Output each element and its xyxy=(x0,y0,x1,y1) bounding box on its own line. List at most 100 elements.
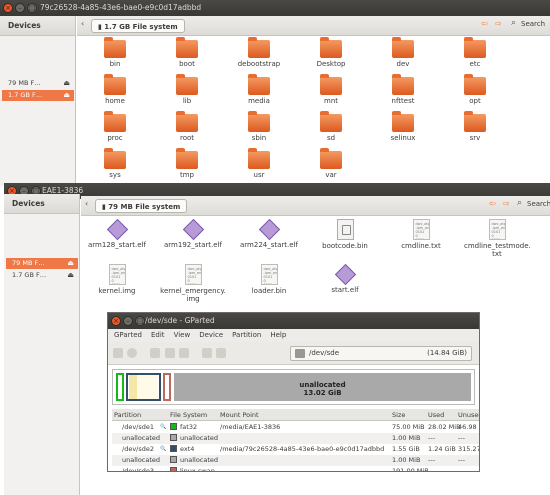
partition-map-sde2[interactable] xyxy=(126,373,161,401)
back-arrow-icon[interactable]: ⇦ xyxy=(481,19,488,28)
close-button[interactable]: × xyxy=(111,316,121,326)
folder-item[interactable]: dev xyxy=(370,37,436,68)
table-row[interactable]: unallocated unallocated 1.00 MiB --- --- xyxy=(112,455,479,466)
folder-item[interactable]: mnt xyxy=(298,74,364,105)
device-path: /dev/sde xyxy=(309,349,340,357)
file-item[interactable]: arm224_start.elf xyxy=(236,219,302,249)
folder-item[interactable]: sys xyxy=(82,148,148,179)
folder-item[interactable]: etc xyxy=(442,37,508,68)
eject-icon[interactable]: ⏏ xyxy=(67,258,74,269)
minimize-button[interactable]: – xyxy=(123,316,133,326)
folder-item[interactable]: nfttest xyxy=(370,74,436,105)
file-item[interactable]: arm128_start.elf xyxy=(84,219,150,249)
folder-item[interactable]: sd xyxy=(298,111,364,142)
column-header-unused[interactable]: Unused xyxy=(458,409,479,421)
search-icon[interactable]: ⌕ xyxy=(517,198,522,208)
undo-icon[interactable] xyxy=(202,348,212,358)
table-row[interactable]: /dev/sde3 linux-swap 191.00 MiB --- --- xyxy=(112,466,479,471)
menu-view[interactable]: View xyxy=(174,329,191,342)
size-cell: 1.00 MiB xyxy=(392,434,421,442)
unused-cell: 315.27 MiB xyxy=(458,445,480,453)
table-row[interactable]: /dev/sde2 ext4/media/79c26528-4a85-43e6-b… xyxy=(112,444,479,455)
file-item[interactable]: dwc_otg .lpm_ena 0101 0 0011 ... cmdline_… xyxy=(464,219,531,258)
forward-arrow-icon[interactable]: ⇨ xyxy=(503,199,510,208)
file-item[interactable]: bootcode.bin xyxy=(312,219,378,250)
device-size: (14.84 GiB) xyxy=(427,349,467,357)
folder-item[interactable]: bin xyxy=(82,37,148,68)
file-item[interactable]: dwc_otg .lpm_ena 0101 0 0011 ... loader.b… xyxy=(236,264,302,295)
folder-item[interactable]: lib xyxy=(154,74,220,105)
folder-item[interactable]: proc xyxy=(82,111,148,142)
folder-item[interactable]: usr xyxy=(226,148,292,179)
menu-help[interactable]: Help xyxy=(270,329,286,342)
apply-icon[interactable] xyxy=(216,348,226,358)
file-item[interactable]: dwc_otg .lpm_ena 0101 0 0011 ... kernel_e… xyxy=(160,264,226,303)
folder-item[interactable]: home xyxy=(82,74,148,105)
size-cell: 1.00 MiB xyxy=(392,456,421,464)
column-header-used[interactable]: Used xyxy=(428,409,444,421)
window-titlebar[interactable]: × – □ /dev/sde - GParted xyxy=(108,313,479,329)
folder-item[interactable]: opt xyxy=(442,74,508,105)
folder-item[interactable]: Desktop xyxy=(298,37,364,68)
folder-label: tmp xyxy=(179,171,194,179)
device-selector[interactable]: /dev/sde (14.84 GiB) xyxy=(290,346,472,361)
table-row[interactable]: /dev/sde1 fat32/media/EAE1-3836 75.00 MiB 2… xyxy=(112,422,479,433)
window-titlebar[interactable]: × – □ 79c26528-4a85-43e6-bae0-e9c0d17adb… xyxy=(0,0,550,16)
eject-icon[interactable]: ⏏ xyxy=(63,90,70,101)
eject-icon[interactable]: ⏏ xyxy=(67,270,74,281)
location-button[interactable]: ▮ 79 MB File system xyxy=(95,199,188,213)
folder-label: root xyxy=(179,134,195,142)
column-header-size[interactable]: Size xyxy=(392,409,405,421)
eject-icon[interactable]: ⏏ xyxy=(63,78,70,89)
path-left-icon[interactable]: ‹ xyxy=(81,19,84,28)
sidebar-item-79mb[interactable]: 79 MB F… ⏏ xyxy=(2,78,74,89)
menu-device[interactable]: Device xyxy=(199,329,223,342)
folder-item[interactable]: boot xyxy=(154,37,220,68)
back-arrow-icon[interactable]: ⇦ xyxy=(489,199,496,208)
search-icon[interactable]: ⌕ xyxy=(511,18,516,28)
forward-arrow-icon[interactable]: ⇨ xyxy=(495,19,502,28)
sidebar-item-79mb[interactable]: 79 MB F… ⏏ xyxy=(6,258,78,269)
folder-item[interactable]: sbin xyxy=(226,111,292,142)
file-item[interactable]: dwc_otg .lpm_ena 0101 0 0011 ... cmdline.… xyxy=(388,219,454,250)
search-label[interactable]: Search xyxy=(527,200,550,208)
new-partition-icon[interactable] xyxy=(113,348,123,358)
close-button[interactable]: × xyxy=(3,3,13,13)
file-item[interactable]: dwc_otg .lpm_ena 0101 0 0011 ... kernel.i… xyxy=(84,264,150,295)
folder-item[interactable]: var xyxy=(298,148,364,179)
file-item[interactable]: arm192_start.elf xyxy=(160,219,226,249)
location-button[interactable]: ▮ 1.7 GB File system xyxy=(91,19,185,33)
column-header-mountpoint[interactable]: Mount Point xyxy=(220,409,259,421)
column-header-filesystem[interactable]: File System xyxy=(170,409,207,421)
paste-icon[interactable] xyxy=(179,348,189,358)
sidebar-item-1-7gb[interactable]: 1.7 GB F… ⏏ xyxy=(2,90,74,101)
file-grid: arm128_start.elf arm192_start.elf arm224_s… xyxy=(84,219,550,305)
copy-icon[interactable] xyxy=(165,348,175,358)
file-label: start.elf xyxy=(331,286,359,294)
menu-gparted[interactable]: GParted xyxy=(114,329,142,342)
folder-item[interactable]: media xyxy=(226,74,292,105)
folder-item[interactable]: tmp xyxy=(154,148,220,179)
menu-edit[interactable]: Edit xyxy=(151,329,165,342)
column-header-partition[interactable]: Partition xyxy=(114,409,141,421)
search-label[interactable]: Search xyxy=(521,20,545,28)
folder-label: opt xyxy=(469,97,481,105)
folder-item[interactable]: srv xyxy=(442,111,508,142)
minimize-button[interactable]: – xyxy=(15,3,25,13)
partition-map-sde3[interactable] xyxy=(163,373,171,401)
menu-partition[interactable]: Partition xyxy=(232,329,261,342)
folder-item[interactable]: root xyxy=(154,111,220,142)
folder-item[interactable]: selinux xyxy=(370,111,436,142)
sidebar: Devices 79 MB F… ⏏ 1.7 GB F… ⏏ xyxy=(0,16,76,186)
file-item[interactable]: start.elf xyxy=(312,264,378,294)
table-row[interactable]: unallocated unallocated 1.00 MiB --- --- xyxy=(112,433,479,444)
partition-map-unallocated[interactable]: unallocated 13.02 GiB xyxy=(174,373,471,401)
maximize-button[interactable]: □ xyxy=(27,3,37,13)
path-left-icon[interactable]: ‹ xyxy=(85,199,88,208)
sidebar-item-1-7gb[interactable]: 1.7 GB F… ⏏ xyxy=(6,270,78,281)
delete-partition-icon[interactable] xyxy=(127,348,137,358)
maximize-button[interactable]: □ xyxy=(135,316,145,326)
folder-item[interactable]: debootstrap xyxy=(226,37,292,68)
partition-map-sde1[interactable] xyxy=(116,373,124,401)
resize-icon[interactable] xyxy=(150,348,160,358)
